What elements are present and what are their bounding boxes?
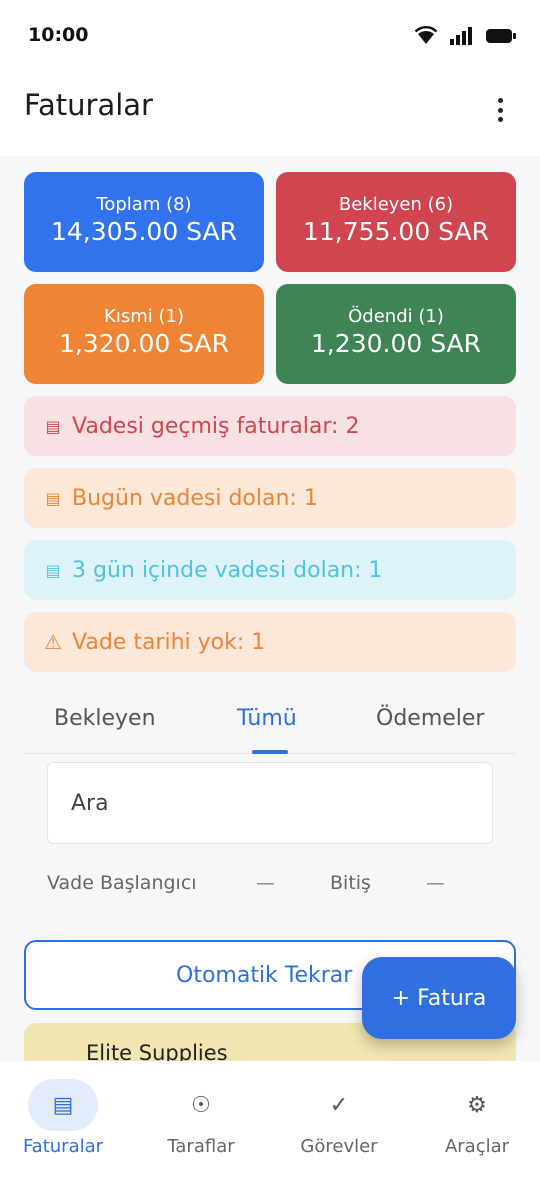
search-input[interactable] bbox=[47, 762, 493, 844]
summary-card-value: 1,320.00 SAR bbox=[58, 329, 230, 358]
nav-label: Taraflar bbox=[167, 1136, 235, 1157]
nav-label: Araçlar bbox=[444, 1136, 510, 1157]
summary-card-partial[interactable]: Kısmi (1) 1,320.00 SAR bbox=[24, 284, 264, 384]
summary-card-value: 11,755.00 SAR bbox=[303, 217, 489, 246]
invoice-tabs: Bekleyen Tümü Ödemeler bbox=[24, 688, 516, 754]
summary-card-label: Bekleyen (6) bbox=[338, 194, 454, 215]
nav-label: Faturalar bbox=[22, 1136, 104, 1157]
invoice-icon: ▤ bbox=[45, 416, 61, 436]
alert-text: 3 gün içinde vadesi dolan: 1 bbox=[72, 557, 383, 583]
tab-payments[interactable]: Ödemeler bbox=[376, 706, 484, 731]
invoice-icon: ▤ bbox=[45, 560, 61, 580]
more-vertical-icon[interactable] bbox=[490, 98, 510, 122]
summary-card-label: Ödendi (1) bbox=[348, 306, 444, 327]
invoice-icon: ▤ bbox=[45, 488, 61, 508]
battery-icon bbox=[486, 29, 516, 43]
status-icons bbox=[414, 26, 516, 46]
summary-card-label: Kısmi (1) bbox=[104, 306, 184, 327]
summary-card-value: 14,305.00 SAR bbox=[51, 217, 237, 246]
due-end-label: Bitiş bbox=[330, 872, 371, 894]
check-icon: ✓ bbox=[329, 1092, 349, 1118]
summary-card-value: 1,230.00 SAR bbox=[310, 329, 482, 358]
invoice-icon: ▤ bbox=[28, 1079, 98, 1131]
bottom-nav: ▤ Faturalar ☉ Taraflar ✓ Görevler ⚙ Araç… bbox=[0, 1061, 540, 1181]
gear-icon: ⚙ bbox=[467, 1092, 487, 1118]
alert-text: Bugün vadesi dolan: 1 bbox=[72, 485, 318, 511]
warning-icon: ⚠ bbox=[44, 630, 62, 654]
alert-due-today[interactable]: ▤ Bugün vadesi dolan: 1 bbox=[24, 468, 516, 528]
alert-no-due-date[interactable]: ⚠ Vade tarihi yok: 1 bbox=[24, 612, 516, 672]
nav-item-invoices[interactable]: ▤ Faturalar bbox=[0, 1061, 128, 1181]
alert-text: Vade tarihi yok: 1 bbox=[72, 629, 266, 655]
tab-indicator bbox=[252, 750, 288, 754]
summary-card-pending[interactable]: Bekleyen (6) 11,755.00 SAR bbox=[276, 172, 516, 272]
alert-overdue[interactable]: ▤ Vadesi geçmiş faturalar: 2 bbox=[24, 396, 516, 456]
nav-label: Görevler bbox=[300, 1136, 378, 1157]
due-start-picker[interactable]: — bbox=[256, 872, 275, 894]
nav-item-parties[interactable]: ☉ Taraflar bbox=[136, 1061, 266, 1181]
status-bar: 10:00 bbox=[0, 0, 540, 72]
people-icon: ☉ bbox=[191, 1092, 211, 1118]
summary-card-paid[interactable]: Ödendi (1) 1,230.00 SAR bbox=[276, 284, 516, 384]
summary-card-total[interactable]: Toplam (8) 14,305.00 SAR bbox=[24, 172, 264, 272]
due-end-picker[interactable]: — bbox=[426, 872, 445, 894]
nav-item-tools[interactable]: ⚙ Araçlar bbox=[412, 1061, 540, 1181]
add-invoice-button[interactable]: + Fatura bbox=[362, 957, 516, 1039]
alert-text: Vadesi geçmiş faturalar: 2 bbox=[72, 413, 360, 439]
signal-icon bbox=[450, 27, 472, 45]
status-time: 10:00 bbox=[28, 24, 89, 46]
wifi-icon bbox=[414, 26, 438, 44]
nav-item-tasks[interactable]: ✓ Görevler bbox=[274, 1061, 404, 1181]
summary-card-label: Toplam (8) bbox=[96, 194, 192, 215]
app-bar: Faturalar bbox=[0, 72, 540, 156]
tab-pending[interactable]: Bekleyen bbox=[54, 706, 156, 731]
alert-due-3days[interactable]: ▤ 3 gün içinde vadesi dolan: 1 bbox=[24, 540, 516, 600]
page-title: Faturalar bbox=[24, 88, 153, 122]
due-start-label: Vade Başlangıcı bbox=[47, 872, 197, 894]
tab-all[interactable]: Tümü bbox=[237, 706, 297, 731]
